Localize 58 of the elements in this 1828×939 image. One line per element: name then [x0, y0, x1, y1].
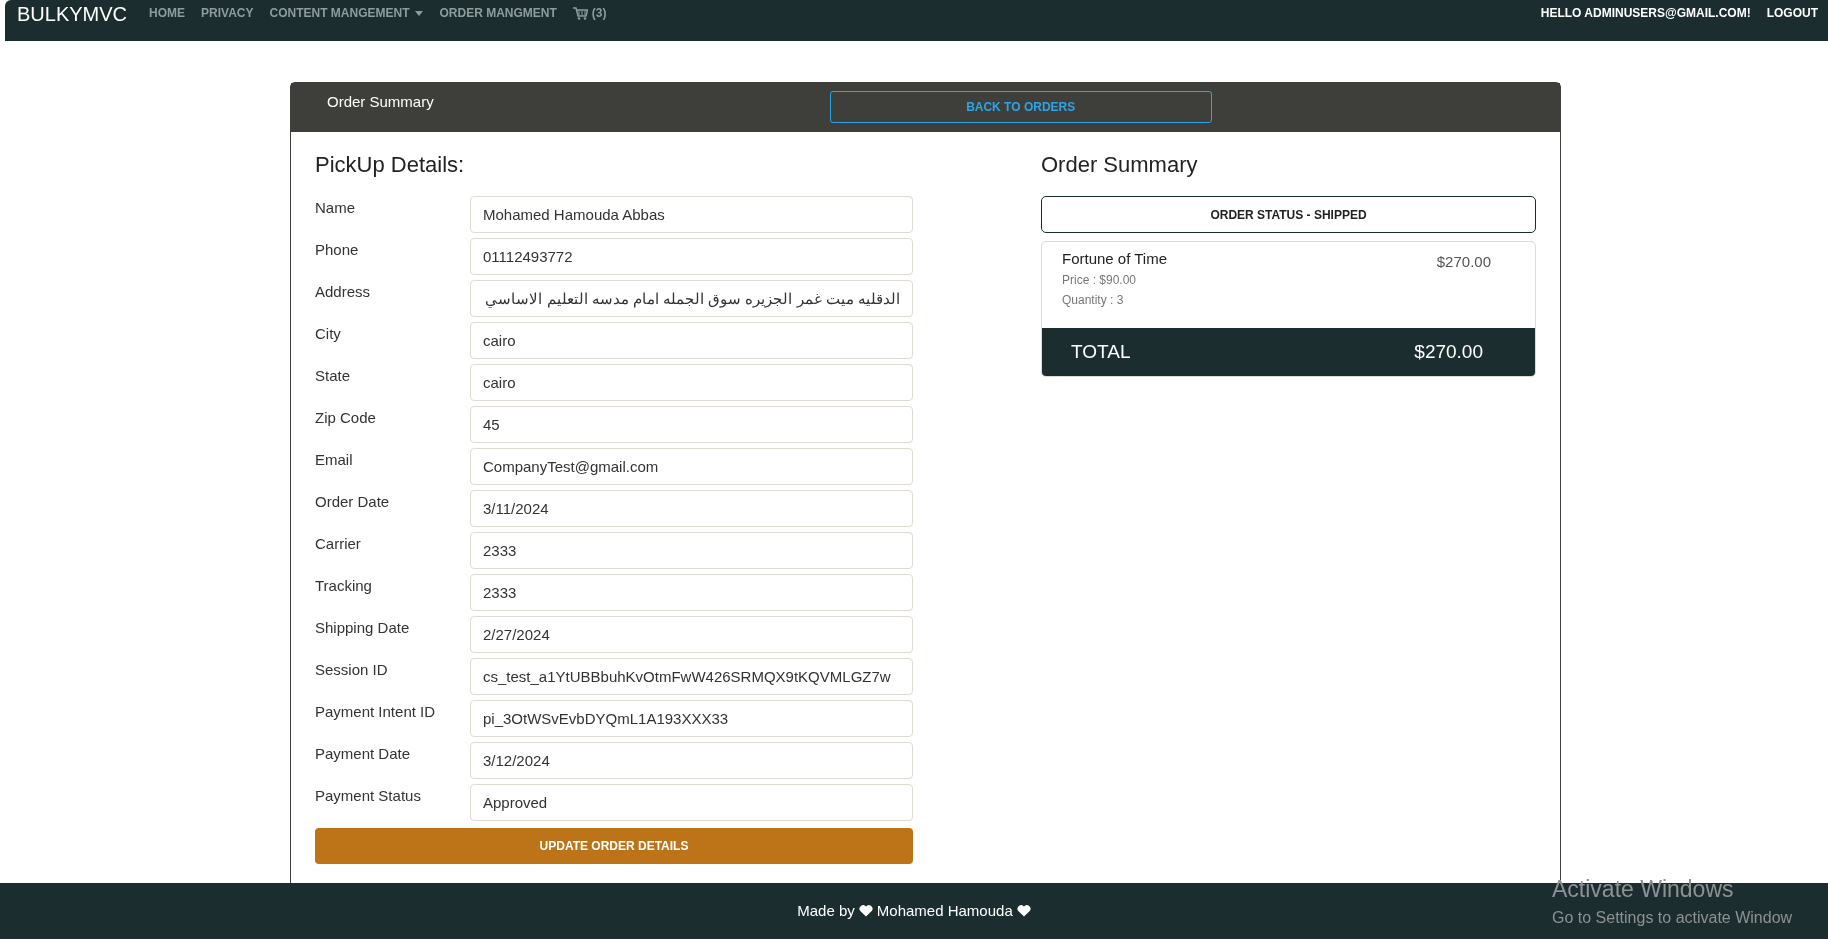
input-field[interactable]: Mohamed Hamouda Abbas: [470, 196, 913, 233]
field-label: State: [315, 366, 352, 386]
nav-link[interactable]: PRIVACY: [201, 6, 254, 20]
product-quantity: Quantity : 3: [1062, 293, 1125, 307]
input-field[interactable]: cs_test_a1YtUBBbuhKvOtmFwW426SRMQX9tKQVMLGZ7w: [470, 658, 913, 695]
brand-link[interactable]: BULKYMVC: [17, 0, 128, 26]
input-field[interactable]: cairo: [470, 364, 913, 401]
update-order-button[interactable]: UPDATE ORDER DETAILS: [315, 828, 913, 864]
field-label: Payment Status: [315, 786, 422, 806]
product-price: Price : $90.00: [1062, 273, 1138, 287]
caret-icon: [415, 10, 424, 16]
card-title: Order Summary: [327, 92, 434, 110]
field-label: Address: [315, 282, 372, 302]
field-label: City: [315, 324, 342, 344]
cart-link[interactable]: (3): [572, 6, 607, 20]
nav-link[interactable]: LOGOUT: [1766, 6, 1818, 20]
nav-dropdown[interactable]: CONTENT MANGEMENT: [269, 6, 424, 20]
total-value: $270.00: [1414, 341, 1483, 363]
input-field[interactable]: 3/11/2024: [470, 490, 913, 527]
heart-icon: [858, 903, 873, 917]
field-label: Payment Date: [315, 744, 412, 764]
order-status-button[interactable]: ORDER STATUS - SHIPPED: [1041, 196, 1536, 233]
input-field[interactable]: 2333: [470, 574, 913, 611]
input-field[interactable]: CompanyTest@gmail.com: [470, 448, 913, 485]
field-label: Session ID: [315, 660, 389, 680]
field-label: Order Date: [315, 492, 391, 512]
activation-title: Activate Windows: [1552, 876, 1735, 903]
input-field[interactable]: 45: [470, 406, 913, 443]
nav-link[interactable]: ORDER MANGMENT: [439, 6, 557, 20]
nav-link[interactable]: HELLO ADMINUSERS@GMAIL.COM!: [1540, 6, 1751, 20]
product-name: Fortune of Time: [1062, 250, 1169, 267]
cart-icon: [572, 6, 588, 20]
field-label: Tracking: [315, 576, 373, 596]
heart-icon: [1016, 903, 1031, 917]
nav-link[interactable]: HOME: [149, 6, 186, 20]
section-title: PickUp Details:: [315, 152, 466, 179]
back-to-orders-button[interactable]: BACK TO ORDERS: [829, 91, 1212, 123]
field-label: Phone: [315, 240, 360, 260]
total-label: TOTAL: [1071, 341, 1131, 363]
field-label: Zip Code: [315, 408, 377, 428]
item-total: $270.00: [1436, 252, 1491, 272]
field-label: Shipping Date: [315, 618, 411, 638]
field-label: Carrier: [315, 534, 362, 554]
input-field[interactable]: cairo: [470, 322, 913, 359]
field-label: Name: [315, 198, 356, 218]
activation-hint: Go to Settings to activate Window: [1552, 909, 1794, 927]
footer-text: Made by: [797, 901, 855, 919]
input-field[interactable]: 2/27/2024: [470, 616, 913, 653]
section-title: Order Summary: [1041, 152, 1199, 179]
input-field[interactable]: 2333: [470, 532, 913, 569]
input-field[interactable]: pi_3OtWSvEvbDYQmL1A193XXX33: [470, 700, 913, 737]
input-field[interactable]: 01112493772: [470, 238, 913, 275]
input-field[interactable]: 3/12/2024: [470, 742, 913, 779]
author-name: Mohamed Hamouda: [876, 901, 1013, 919]
field-label: Payment Intent ID: [315, 702, 437, 722]
input-field[interactable]: الدقليه ميت غمر الجزيره سوق الجمله امام مدسه التعليم الاساسي: [470, 280, 913, 317]
input-field[interactable]: Approved: [470, 784, 913, 821]
field-label: Email: [315, 450, 354, 470]
